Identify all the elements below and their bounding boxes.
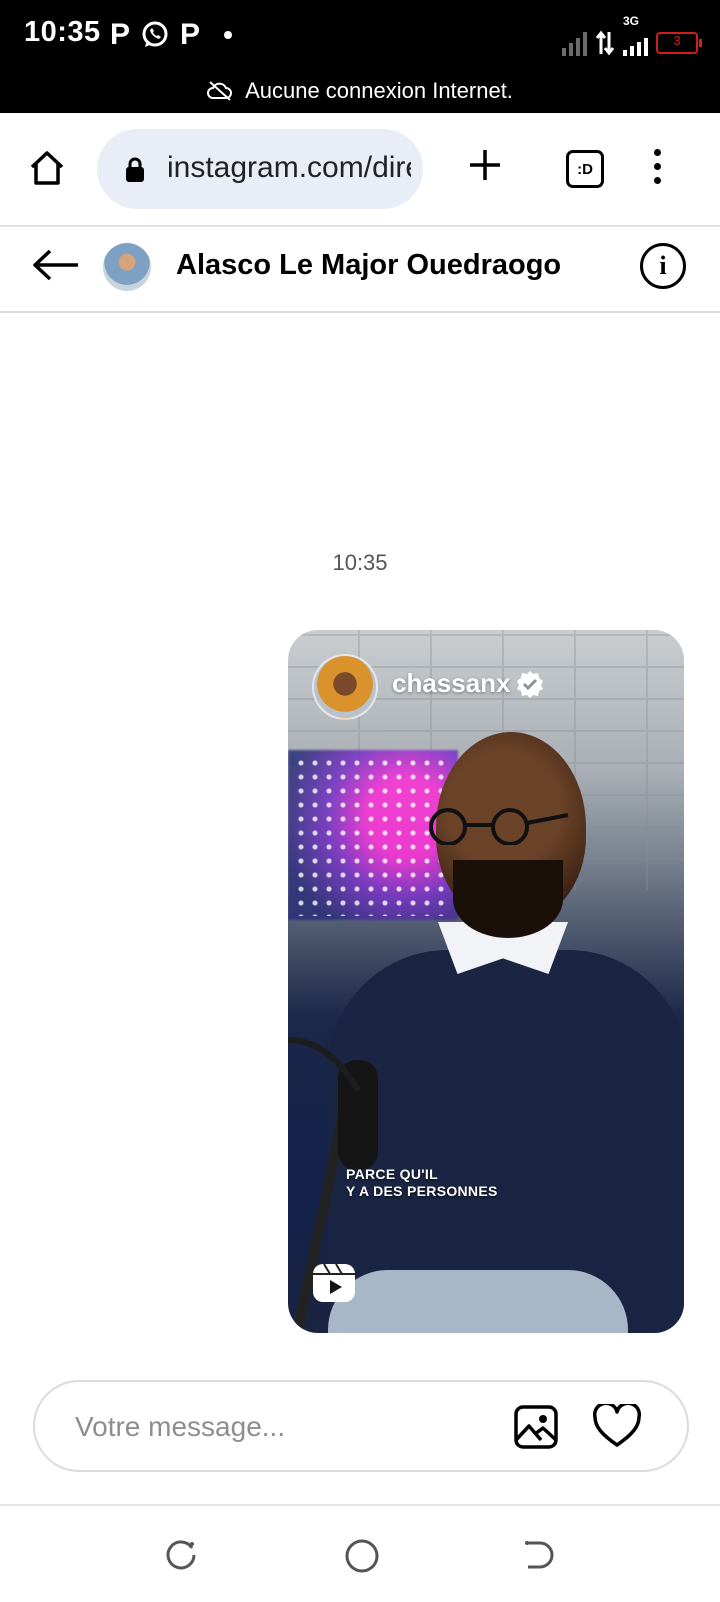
- home-circle-icon: [345, 1539, 379, 1573]
- heart-icon: [592, 1401, 642, 1447]
- reel-caption-line: PARCE QU'IL: [346, 1166, 438, 1182]
- arrow-left-icon: [33, 249, 78, 281]
- shared-reel-message[interactable]: chassanx PARCE QU'IL Y A DES PERSONNES: [288, 630, 684, 1333]
- signal-icon: [562, 30, 587, 56]
- offline-text: Aucune connexion Internet.: [245, 78, 513, 103]
- image-icon: [514, 1405, 558, 1449]
- nav-back-button[interactable]: [522, 1538, 556, 1577]
- back-button[interactable]: [32, 247, 80, 288]
- url-text: instagram.com/direct/t/: [167, 151, 411, 184]
- message-composer: [33, 1380, 689, 1472]
- nav-home-button[interactable]: [344, 1538, 380, 1579]
- network-type: 3G: [623, 14, 640, 28]
- recents-button[interactable]: [164, 1538, 198, 1577]
- home-icon: [30, 151, 64, 185]
- reels-icon: [313, 1263, 355, 1302]
- p-app-icon: P: [110, 18, 131, 51]
- menu-dot: [654, 177, 661, 184]
- message-input[interactable]: [73, 1406, 477, 1448]
- more-notifications-dot: [224, 31, 233, 39]
- recents-icon: [166, 1540, 196, 1570]
- menu-dot: [654, 163, 661, 170]
- status-bar: 10:35 P P 3G 3 Aucune connexion Internet…: [0, 0, 720, 113]
- notification-icons: P P: [110, 18, 233, 52]
- contact-avatar[interactable]: [103, 243, 151, 291]
- browser-home-button[interactable]: [28, 149, 66, 192]
- tab-switcher-button[interactable]: :D: [566, 150, 604, 188]
- reel-author-username: chassanx: [392, 668, 511, 698]
- p-app-icon: P: [180, 18, 201, 51]
- reel-author-avatar: [312, 654, 378, 720]
- new-tab-button[interactable]: [468, 148, 502, 187]
- message-timestamp: 10:35: [332, 550, 388, 575]
- lock-icon: [126, 157, 144, 182]
- like-button[interactable]: [592, 1401, 642, 1453]
- data-transfer-icon: [595, 30, 615, 56]
- back-gesture-icon: [525, 1541, 554, 1569]
- reel-caption-line: Y A DES PERSONNES: [346, 1183, 498, 1199]
- browser-menu-button[interactable]: [654, 149, 661, 184]
- battery-level: 3: [673, 33, 681, 48]
- signal-3g-icon: [623, 30, 648, 56]
- system-navigation-bar: [0, 1504, 720, 1602]
- plus-icon: [470, 150, 500, 180]
- contact-name[interactable]: Alasco Le Major Ouedraogo: [176, 249, 561, 282]
- address-bar[interactable]: instagram.com/direct/t/: [97, 129, 423, 209]
- status-time: 10:35: [24, 16, 101, 48]
- attach-image-button[interactable]: [513, 1404, 559, 1455]
- system-indicators: 3G 3: [562, 14, 702, 56]
- whatsapp-icon: [140, 20, 170, 50]
- conversation-info-button[interactable]: i: [640, 243, 686, 289]
- battery-icon: 3: [656, 32, 702, 54]
- info-icon: i: [659, 251, 667, 280]
- browser-toolbar: instagram.com/direct/t/ :D: [0, 113, 720, 227]
- chat-header: Alasco Le Major Ouedraogo i: [0, 227, 720, 313]
- reel-caption: PARCE QU'IL Y A DES PERSONNES: [346, 1166, 498, 1200]
- verified-badge-icon: [517, 671, 543, 698]
- menu-dot: [654, 149, 661, 156]
- cloud-off-icon: [207, 81, 232, 101]
- offline-banner: Aucune connexion Internet.: [0, 78, 720, 104]
